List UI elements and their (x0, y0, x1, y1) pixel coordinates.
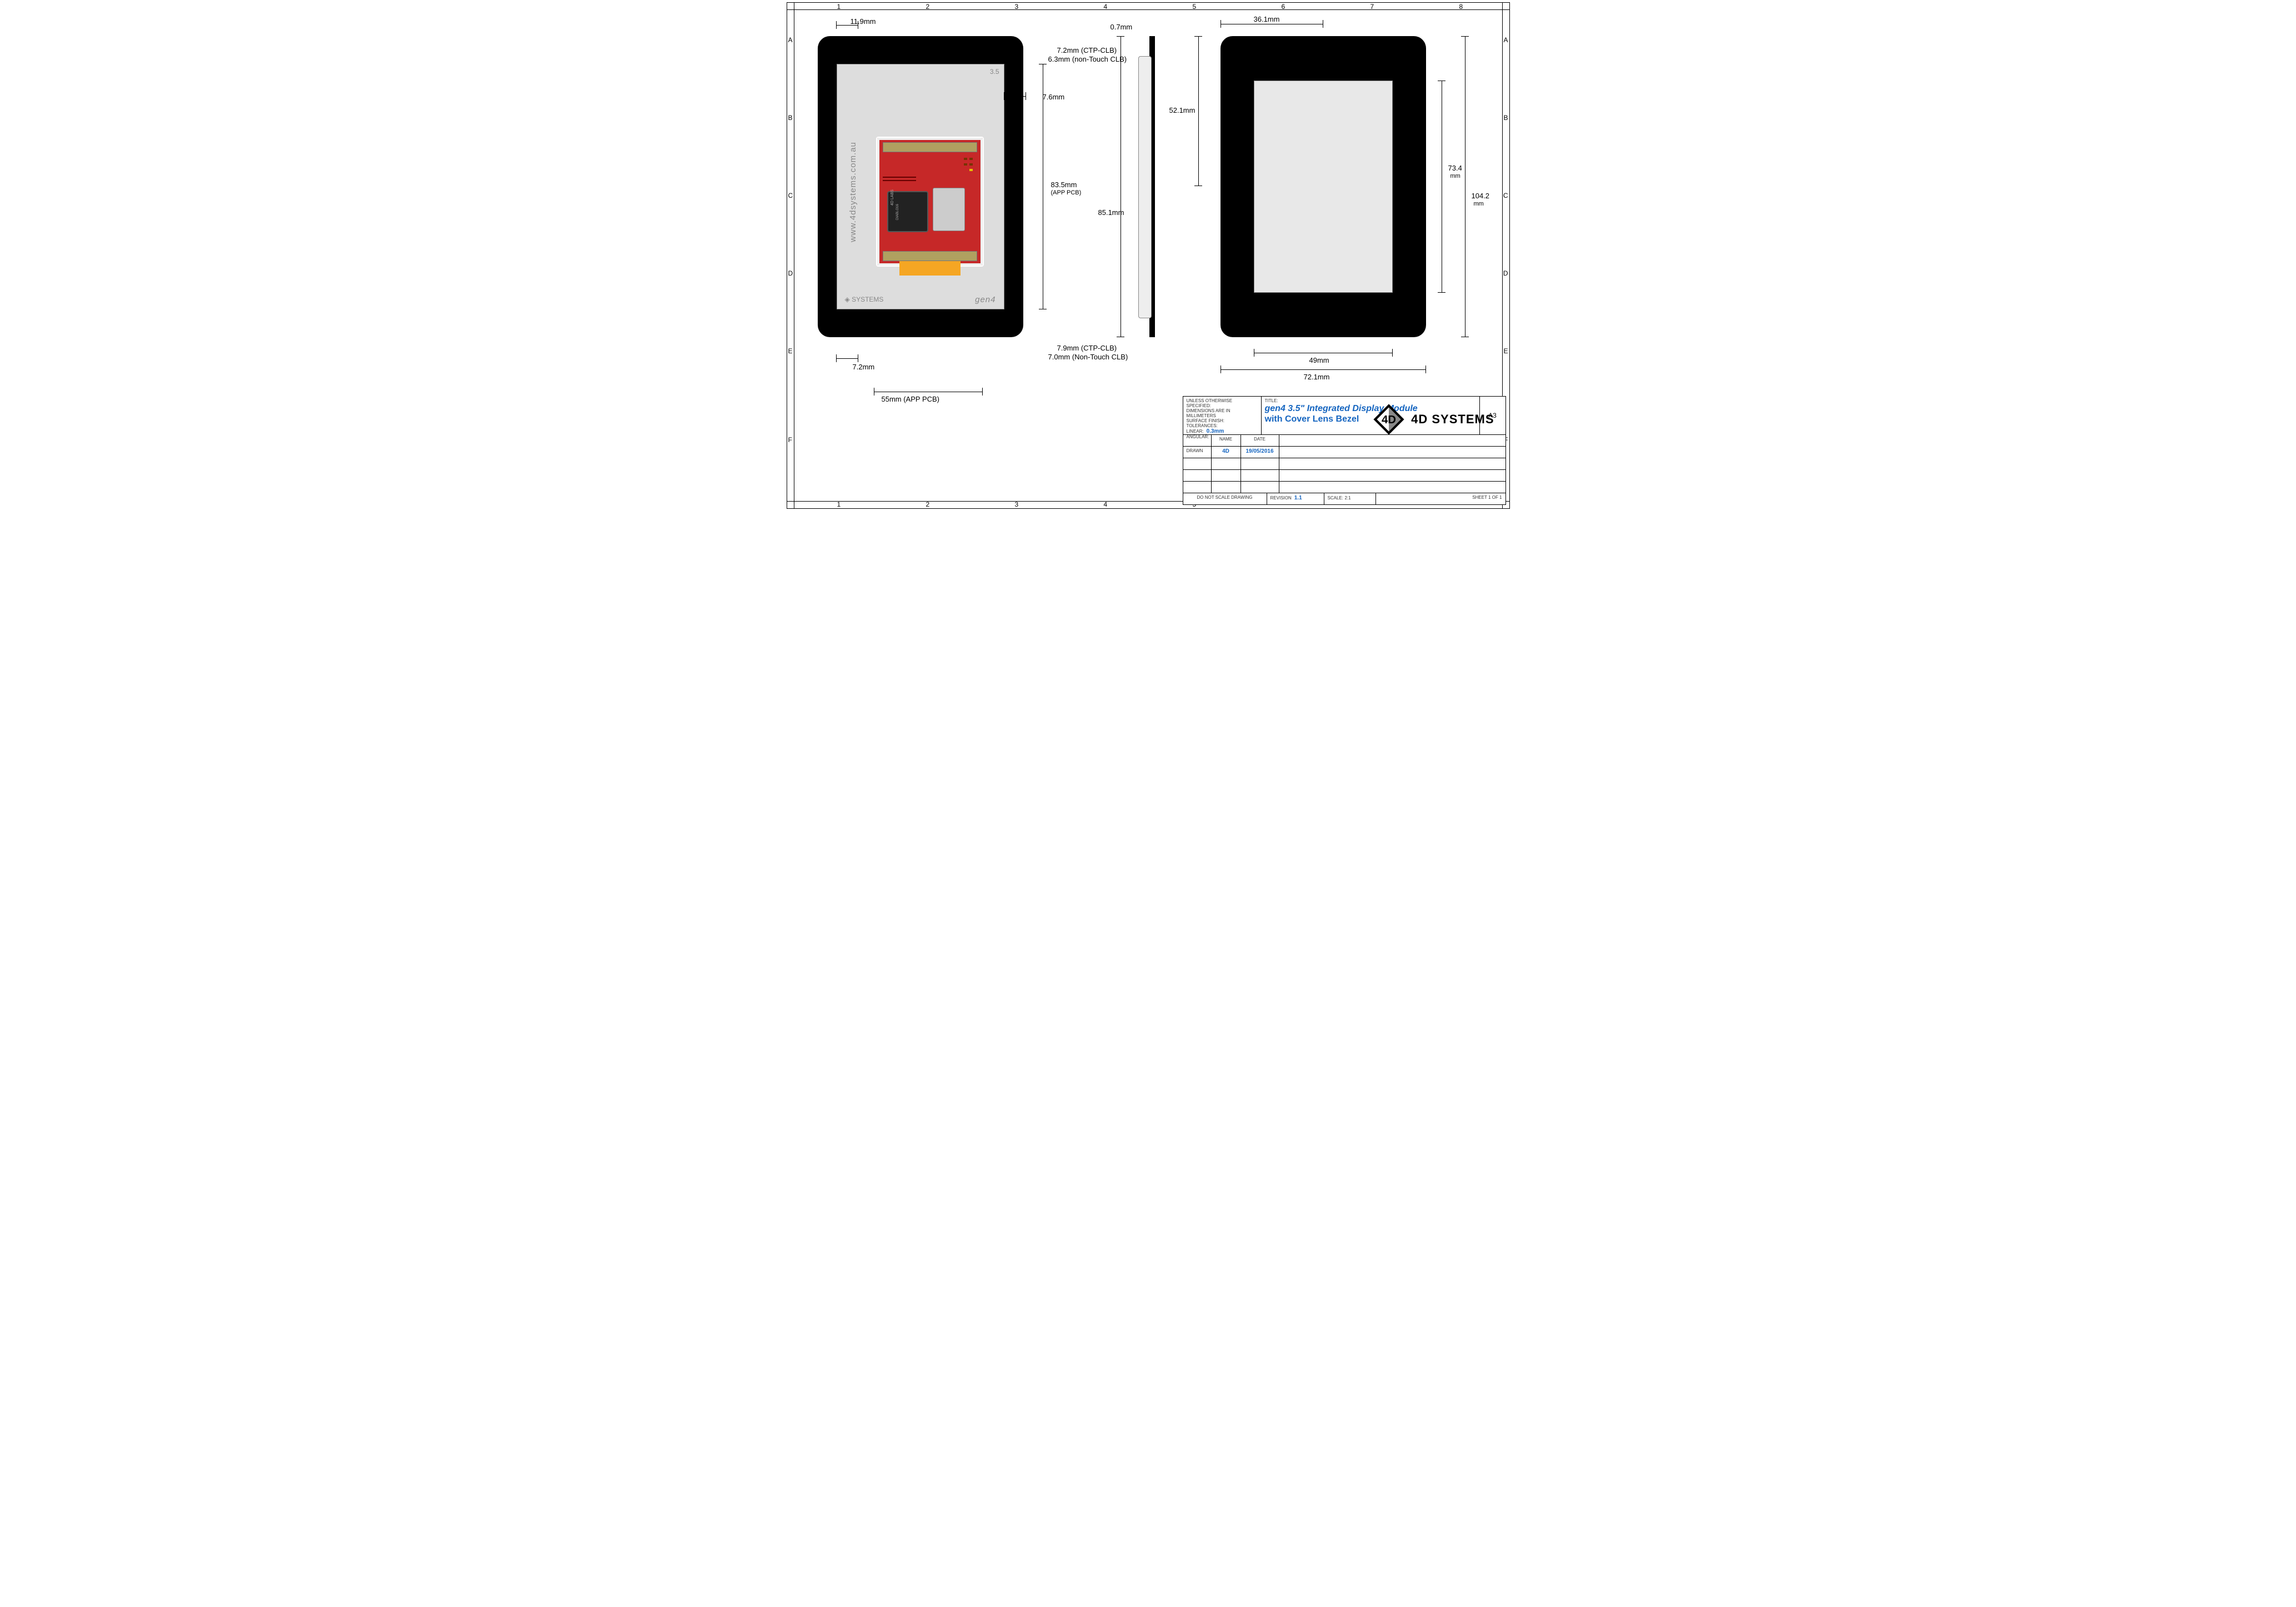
back-view-device: 3.5 www.4dsystems.com.au ◈ SYSTEMS gen4 … (818, 36, 1023, 337)
dim-55: 55mm (APP PCB) (882, 395, 940, 403)
dim-72-1: 72.1mm (1304, 373, 1330, 381)
drawing-sheet: 1 2 3 4 5 6 7 8 1 2 3 4 5 A B C D E F A … (787, 2, 1510, 509)
brand-etch: ◈ SYSTEMS (845, 296, 884, 303)
gen-etch: gen4 (975, 295, 996, 304)
logo-diamond-icon: 4D (1372, 403, 1405, 436)
dim-7-2: 7.2mm (853, 363, 875, 371)
dim-83-5: 83.5mm (1051, 181, 1077, 189)
dim-73-4: 73.4 (1448, 164, 1462, 172)
url-etch: www.4dsystems.com.au (848, 142, 858, 242)
front-view-device (1220, 36, 1426, 337)
revision: 1.1 (1294, 495, 1302, 501)
dim-85-1: 85.1mm (1098, 208, 1124, 217)
drawn-date: 19/05/2016 (1240, 447, 1279, 458)
diablo-chip: 4D LABS DIABLO16 (887, 191, 928, 232)
badge-3-5: 3.5 (990, 68, 999, 76)
dim-0-7: 0.7mm (1111, 23, 1133, 31)
drawn-by: 4D (1211, 447, 1240, 458)
dim-11-9: 11.9mm (851, 17, 876, 26)
dim-104-2: 104.2 (1472, 192, 1490, 200)
dim-52-1: 52.1mm (1169, 106, 1195, 114)
svg-text:4D: 4D (1382, 414, 1396, 426)
side-view (1131, 36, 1158, 337)
app-pcb: 4D LABS DIABLO16 (876, 137, 984, 267)
ffc-cable (899, 261, 961, 276)
company-logo: 4D 4D SYSTEMS (1372, 403, 1494, 436)
title-block: UNLESS OTHERWISE SPECIFIED: DIMENSIONS A… (1183, 396, 1506, 505)
sd-slot (933, 188, 965, 231)
dim-49: 49mm (1309, 356, 1329, 364)
dim-36-1: 36.1mm (1254, 15, 1280, 23)
